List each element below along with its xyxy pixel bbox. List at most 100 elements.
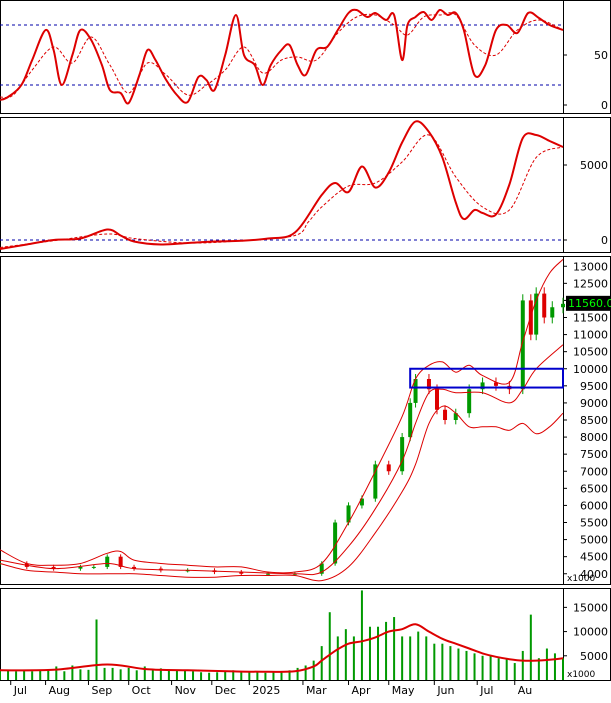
- volume-bar: [95, 619, 98, 680]
- x-tick-label: Au: [518, 684, 533, 697]
- volume-bar: [425, 636, 428, 680]
- volume-bar: [7, 669, 10, 680]
- volume-bar: [553, 653, 556, 680]
- volume-bar: [183, 670, 186, 680]
- candle-body: [443, 409, 448, 420]
- candle-body: [550, 307, 555, 318]
- x-tick-label: Nov: [175, 684, 197, 697]
- last-price-label: 11560.0: [568, 297, 611, 310]
- volume-bar: [465, 650, 468, 680]
- candle-body: [266, 573, 271, 575]
- volume-bar: [409, 636, 412, 680]
- volume-bar: [200, 672, 203, 680]
- x-tick-label: Jul: [13, 684, 27, 697]
- y-tick-label: 6500: [580, 482, 608, 495]
- series-line-signal: [0, 134, 564, 248]
- y-tick-label: 5500: [580, 517, 608, 530]
- x-tick-label: Jun: [436, 684, 454, 697]
- y-tick-label: 12500: [573, 277, 608, 290]
- y-tick-label: 4500: [580, 551, 608, 564]
- x-tick-label: Jul: [479, 684, 493, 697]
- volume-bar: [15, 671, 18, 680]
- volume-bar: [529, 614, 532, 680]
- volume-bar: [473, 653, 476, 680]
- y-tick-label: 5000: [580, 534, 608, 547]
- series-line-lower-band: [0, 405, 564, 582]
- unit-label: x1000: [567, 574, 596, 584]
- volume-bar: [111, 667, 114, 680]
- volume-bar: [31, 671, 34, 680]
- y-tick-label: 10000: [573, 626, 608, 639]
- y-tick-label: 5000: [580, 159, 608, 172]
- series-line-volume-ma: [0, 623, 564, 673]
- volume-bar: [119, 669, 122, 680]
- y-tick-label: 50: [594, 49, 608, 62]
- y-tick-label: 0: [601, 234, 608, 247]
- y-tick-label: 13000: [573, 260, 608, 273]
- y-tick-label: 15000: [573, 601, 608, 614]
- panel-frame: [0, 256, 611, 585]
- candle-body: [408, 402, 413, 438]
- stock-chart: 0 50 0 5000 4000 4500 5000 5500 6000 6500 7000 7500…: [0, 0, 611, 699]
- series-line-upper-band: [0, 259, 564, 574]
- y-tick-label: 0: [601, 99, 608, 112]
- volume-bar: [328, 612, 331, 680]
- volume-bar: [208, 672, 211, 680]
- resistance-box: [409, 367, 564, 389]
- volume-bar: [385, 621, 388, 680]
- volume-bar: [441, 643, 444, 680]
- volume-bar: [192, 671, 195, 680]
- volume-bar: [513, 663, 516, 680]
- x-tick-label: Dec: [215, 684, 236, 697]
- volume-bar: [505, 658, 508, 680]
- volume-bar: [248, 672, 251, 680]
- volume-bar: [360, 590, 363, 680]
- volume-bar: [433, 643, 436, 680]
- volume-bar: [320, 646, 323, 680]
- x-tick-label: Mar: [306, 684, 327, 697]
- candle-body: [434, 389, 439, 410]
- volume-bar: [336, 636, 339, 680]
- volume-bar: [377, 626, 380, 680]
- x-tick-label: Oct: [132, 684, 152, 697]
- panel-frame: [0, 0, 611, 114]
- x-tick-label: 2025: [252, 684, 280, 697]
- candle-body: [542, 293, 547, 318]
- volume-bar: [240, 671, 243, 680]
- volume-bar: [216, 672, 219, 680]
- y-tick-label: 5000: [580, 650, 608, 663]
- volume-bar: [312, 660, 315, 680]
- volume-bar: [135, 670, 138, 680]
- volume-bar: [489, 655, 492, 680]
- y-tick-label: 9000: [580, 397, 608, 410]
- series-line-middle-band: [0, 344, 564, 576]
- volume-bar: [457, 648, 460, 680]
- volume-bar: [521, 650, 524, 680]
- volume-bar: [545, 648, 548, 680]
- volume-bar: [272, 671, 275, 680]
- series-line-main: [0, 8, 564, 105]
- y-tick-label: 9500: [580, 380, 608, 393]
- panel-frame: [0, 117, 611, 253]
- x-tick-label: Apr: [352, 684, 372, 697]
- volume-bar: [264, 672, 267, 680]
- y-tick-label: 11500: [573, 312, 608, 325]
- volume-bar: [344, 629, 347, 680]
- chart-canvas: 0500500040004500500055006000650070007500…: [0, 0, 611, 697]
- y-tick-label: 11000: [573, 329, 608, 342]
- volume-bar: [47, 670, 50, 680]
- y-tick-label: 10500: [573, 346, 608, 359]
- volume-bar: [23, 670, 26, 680]
- volume-bar: [79, 669, 82, 680]
- y-tick-label: 8000: [580, 431, 608, 444]
- volume-bar: [401, 636, 404, 680]
- volume-bar: [304, 665, 307, 680]
- volume-bar: [497, 658, 500, 680]
- volume-bar: [417, 631, 420, 680]
- y-tick-label: 7000: [580, 465, 608, 478]
- y-tick-label: 10000: [573, 363, 608, 376]
- volume-bar: [449, 646, 452, 680]
- series-line-main: [0, 120, 564, 250]
- volume-bar: [296, 667, 299, 680]
- volume-bar: [151, 670, 154, 680]
